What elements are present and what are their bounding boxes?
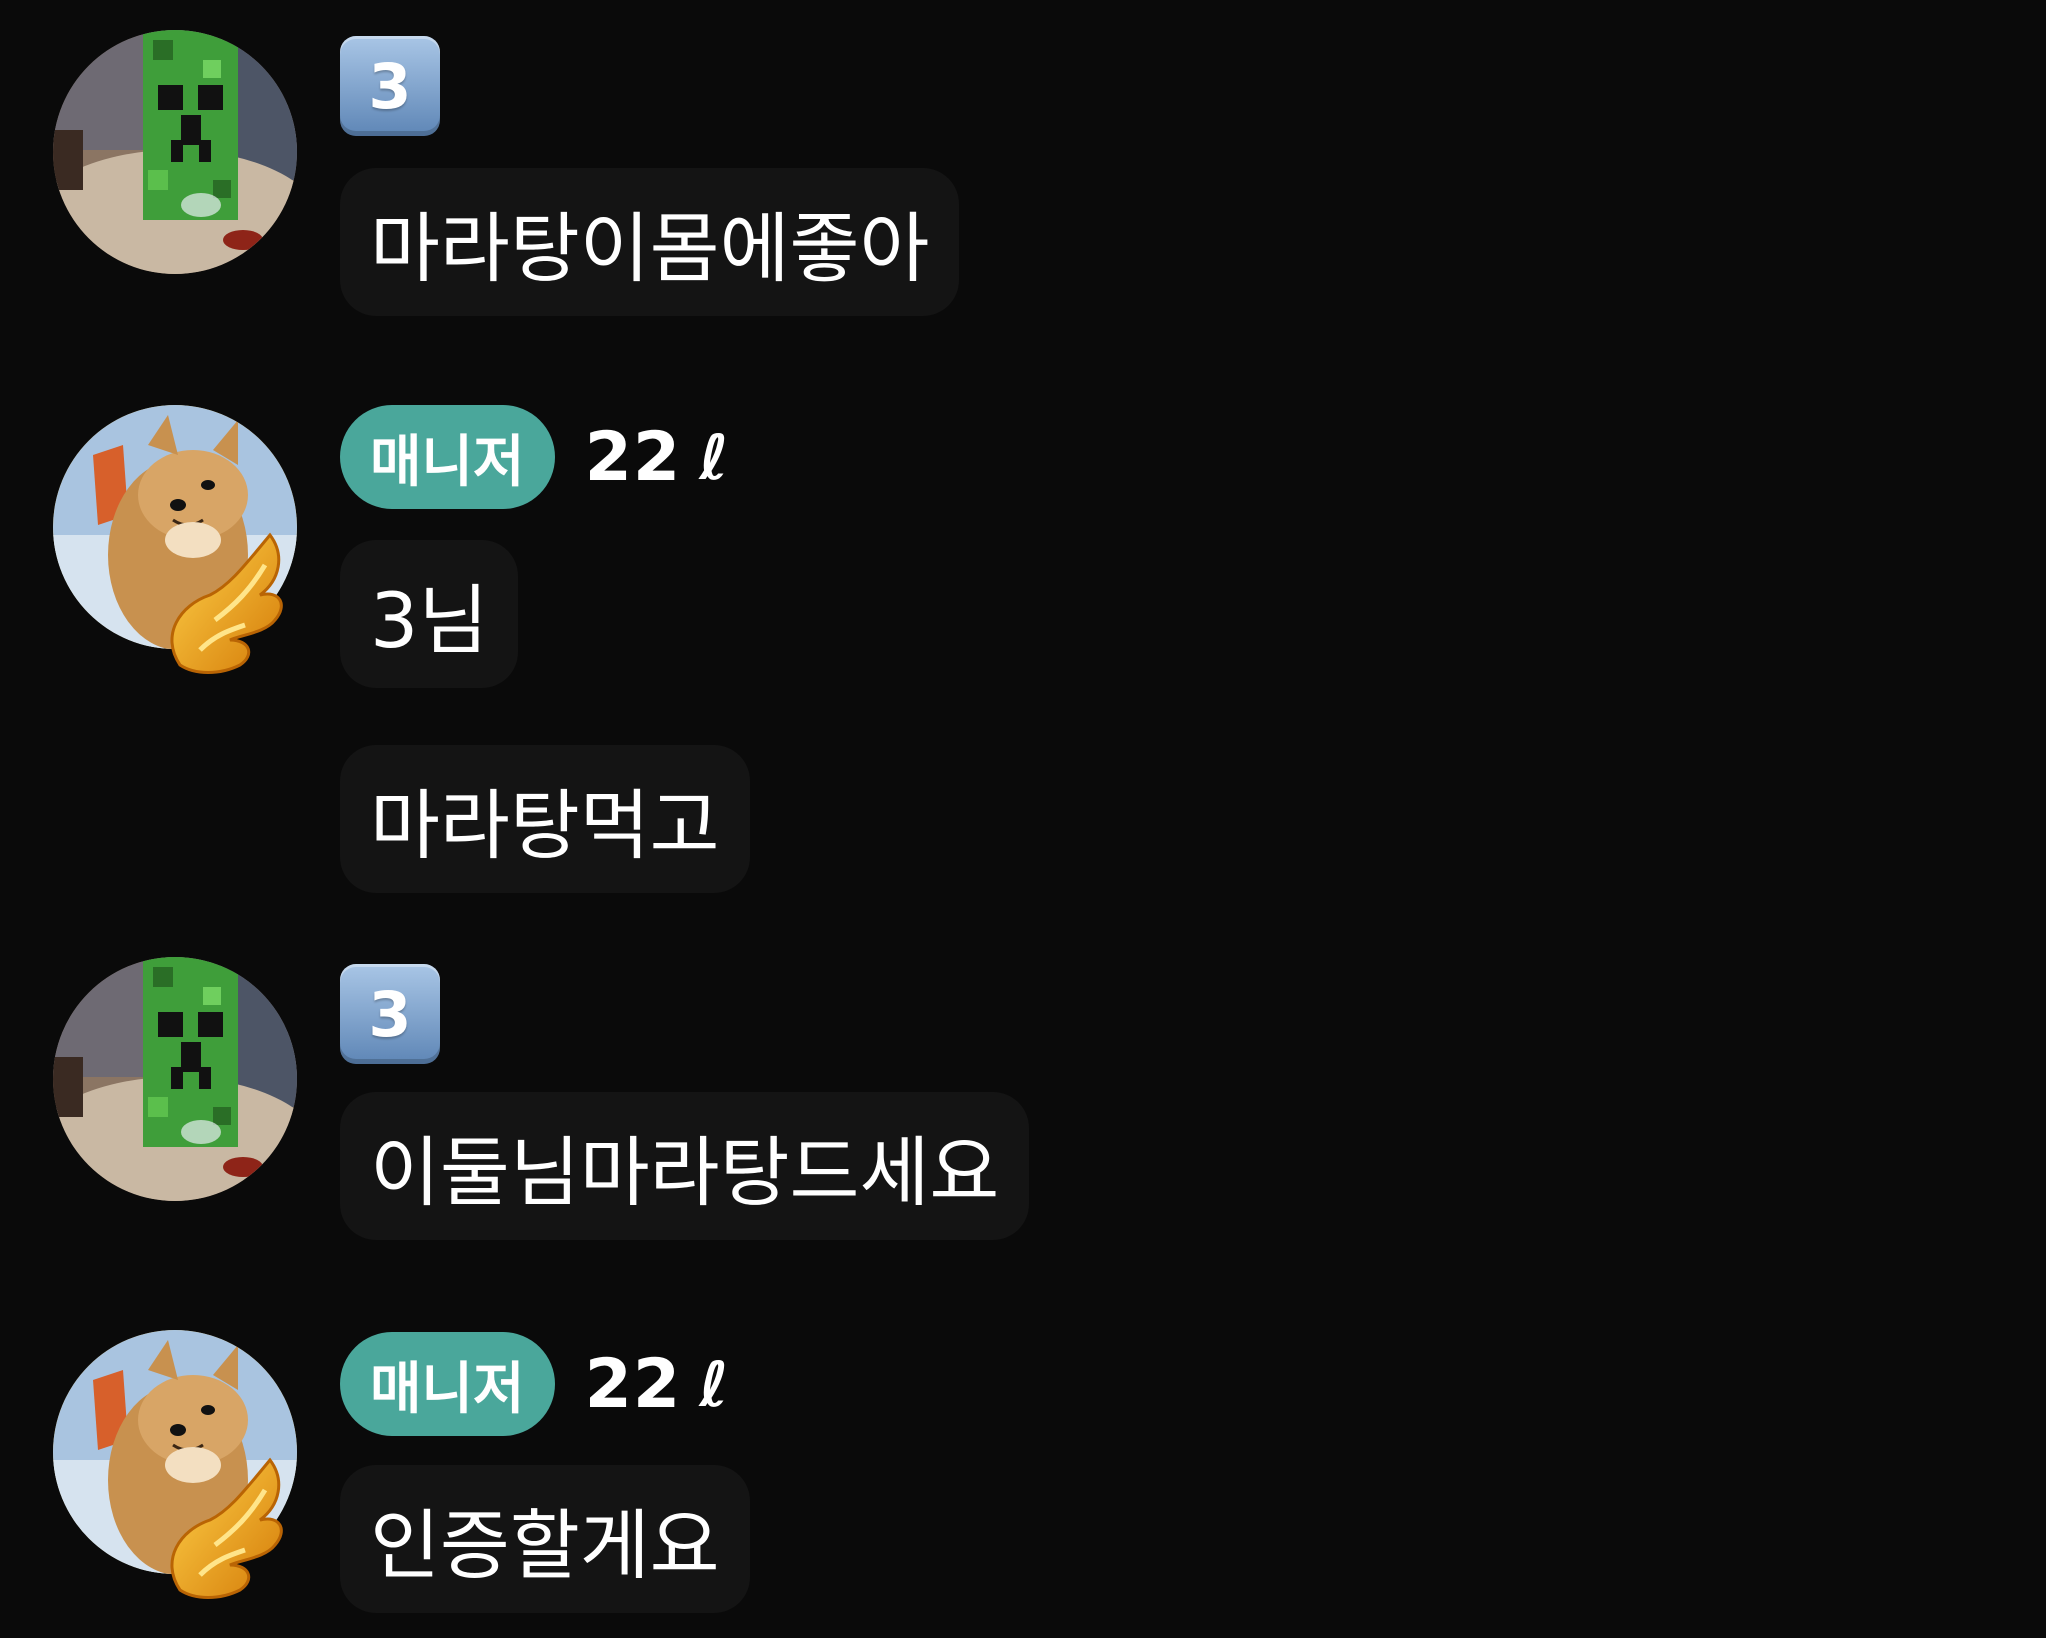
message-text: 이둘님마라탕드세요 xyxy=(370,1128,1000,1217)
golden-wing-icon xyxy=(170,1457,283,1599)
creeper-avatar-icon[interactable] xyxy=(53,30,297,274)
message-bubble[interactable]: 마라탕이몸에좋아 xyxy=(340,168,960,316)
sender-header: 매니저 22 ℓ xyxy=(340,405,728,509)
message-text: 마라탕먹고 xyxy=(370,781,720,870)
golden-wing-icon xyxy=(170,532,283,674)
username[interactable]: 22 xyxy=(585,418,682,497)
user-number-badge[interactable]: 3 xyxy=(340,964,440,1064)
creeper-avatar-icon[interactable] xyxy=(53,957,297,1201)
message-bubble[interactable]: 이둘님마라탕드세요 xyxy=(340,1092,1030,1240)
message-text: 3님 xyxy=(370,576,489,665)
sender-header: 매니저 22 ℓ xyxy=(340,1332,728,1436)
sender-header: 3 xyxy=(340,962,440,1066)
message-text: 마라탕이몸에좋아 xyxy=(370,204,930,293)
message-bubble[interactable]: 마라탕먹고 xyxy=(340,745,750,893)
manager-role-badge: 매니저 xyxy=(340,1332,555,1436)
manager-role-badge: 매니저 xyxy=(340,405,555,509)
user-number-badge[interactable]: 3 xyxy=(340,36,440,136)
message-text: 인증할게요 xyxy=(370,1501,720,1590)
name-suffix-icon: ℓ xyxy=(699,1347,729,1421)
sender-header: 3 xyxy=(340,34,440,138)
username[interactable]: 22 xyxy=(585,1345,682,1424)
message-bubble[interactable]: 인증할게요 xyxy=(340,1465,750,1613)
name-suffix-icon: ℓ xyxy=(699,420,729,494)
message-bubble[interactable]: 3님 xyxy=(340,540,519,688)
